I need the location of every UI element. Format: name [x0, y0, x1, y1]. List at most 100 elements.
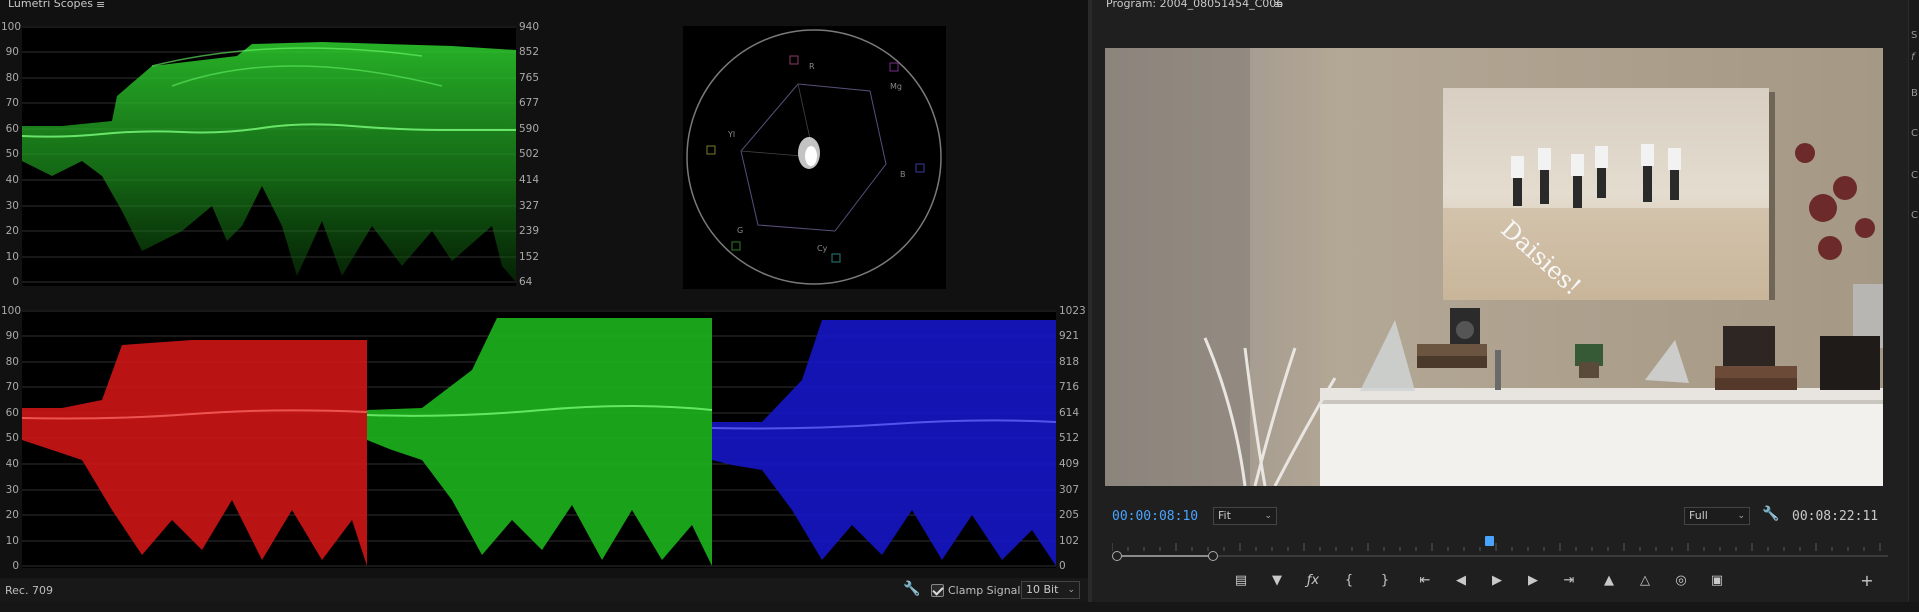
time-ruler[interactable]: [1111, 538, 1888, 551]
export-frame-comparison-icon[interactable]: ▤: [1230, 571, 1252, 591]
scale-tick-label: 614: [1059, 407, 1080, 419]
mark-out-icon[interactable]: }: [1374, 571, 1396, 591]
camera-icon[interactable]: ◎: [1670, 571, 1692, 591]
wrench-icon[interactable]: 🔧: [1762, 506, 1779, 522]
marker-icon[interactable]: ▼: [1266, 571, 1288, 591]
button-editor-plus-icon[interactable]: +: [1856, 571, 1878, 591]
chevron-down-icon: ⌄: [1737, 511, 1745, 521]
time-ruler-ticks: [1111, 543, 1881, 551]
colorspace-label: Rec. 709: [5, 584, 53, 597]
extract-icon[interactable]: △: [1634, 571, 1656, 591]
scale-tick-label: 502: [519, 148, 540, 160]
vectorscope-label: R: [809, 62, 815, 71]
scale-tick-label: 40: [5, 458, 19, 470]
video-still: Daisies!: [1105, 48, 1883, 486]
scale-tick-label: 921: [1059, 330, 1080, 342]
scale-tick-label: 60: [5, 123, 19, 135]
chevron-down-icon: ⌄: [1067, 585, 1075, 595]
program-monitor-panel: Program: 2004_08051454_C006 ≡ Daisies! 0…: [1092, 0, 1919, 602]
scale-tick-label: 102: [1059, 535, 1080, 547]
scale-tick-label: 70: [5, 381, 19, 393]
zoom-level-select[interactable]: Fit ⌄: [1213, 507, 1277, 525]
scale-tick-label: 414: [519, 174, 540, 186]
edge-label: C: [1911, 170, 1918, 181]
bit-depth-value: 10 Bit: [1026, 583, 1059, 596]
transport-controls: ▤ ▼ ƒx { } ⇤ ◀ ▶ ▶ ⇥ ▲ △ ◎ ▣ +: [1092, 571, 1919, 593]
go-to-out-icon[interactable]: ⇥: [1558, 571, 1580, 591]
zoom-scroll-range[interactable]: [1117, 555, 1213, 557]
bit-depth-select[interactable]: 10 Bit ⌄: [1021, 581, 1080, 599]
zoom-scroll-track[interactable]: [1112, 555, 1888, 557]
scale-tick-label: 80: [5, 356, 19, 368]
scale-tick-label: 30: [5, 484, 19, 496]
scale-tick-label: 100: [1, 305, 22, 317]
scale-tick-label: 10: [5, 535, 19, 547]
clamp-signal-label: Clamp Signal: [948, 584, 1021, 597]
scale-tick-label: 90: [5, 330, 19, 342]
scale-tick-label: 50: [5, 432, 19, 444]
fx-icon[interactable]: ƒx: [1302, 571, 1324, 591]
vectorscope-label: G: [737, 226, 744, 235]
vectorscope-label: Mg: [890, 82, 902, 91]
vectorscope-label: B: [900, 170, 906, 179]
scale-tick-label: 60: [5, 407, 19, 419]
scale-tick-label: 205: [1059, 509, 1080, 521]
scale-tick-label: 307: [1059, 484, 1080, 496]
scale-tick-label: 90: [5, 46, 19, 58]
scale-tick-label: 239: [519, 225, 540, 237]
panel-title: Lumetri Scopes: [8, 0, 94, 10]
scale-tick-label: 64: [519, 276, 533, 288]
scale-tick-label: 100: [1, 21, 22, 33]
scale-tick-label: 818: [1059, 356, 1080, 368]
play-icon[interactable]: ▶: [1486, 571, 1508, 591]
scale-tick-label: 765: [519, 72, 540, 84]
playback-resolution-value: Full: [1689, 509, 1708, 522]
video-frame[interactable]: Daisies!: [1105, 48, 1883, 486]
hamburger-icon[interactable]: ≡: [96, 0, 105, 11]
mark-in-icon[interactable]: {: [1338, 571, 1360, 591]
zoom-scroll-right-handle[interactable]: [1208, 551, 1218, 561]
scale-tick-label: 327: [519, 200, 540, 212]
scale-tick-label: 50: [5, 148, 19, 160]
wrench-icon[interactable]: 🔧: [903, 581, 920, 597]
step-forward-icon[interactable]: ▶: [1522, 571, 1544, 591]
scale-tick-label: 716: [1059, 381, 1080, 393]
scale-tick-label: 80: [5, 72, 19, 84]
chevron-down-icon: ⌄: [1264, 511, 1272, 521]
scale-tick-label: 20: [5, 225, 19, 237]
bottom-strip: [0, 602, 1919, 612]
luma-waveform-graphic: [21, 26, 516, 283]
playhead[interactable]: [1485, 536, 1494, 546]
edge-label: C: [1911, 210, 1918, 221]
scale-tick-label: 677: [519, 97, 540, 109]
playback-resolution-select[interactable]: Full ⌄: [1684, 507, 1750, 525]
scale-tick-label: 152: [519, 251, 540, 263]
edge-label: S: [1911, 30, 1918, 41]
duration-timecode: 00:08:22:11: [1792, 509, 1879, 524]
edge-label: f: [1911, 52, 1915, 63]
scale-tick-label: 0: [12, 276, 19, 288]
scale-tick-label: 10: [5, 251, 19, 263]
lift-icon[interactable]: ▲: [1598, 571, 1620, 591]
step-back-icon[interactable]: ◀: [1450, 571, 1472, 591]
scale-tick-label: 1023: [1059, 305, 1086, 317]
scale-tick-label: 40: [5, 174, 19, 186]
current-timecode[interactable]: 00:00:08:10: [1112, 509, 1198, 524]
comparison-view-icon[interactable]: ▣: [1706, 571, 1728, 591]
clamp-signal-checkbox[interactable]: [931, 584, 944, 597]
scale-tick-label: 409: [1059, 458, 1080, 470]
scale-tick-label: 852: [519, 46, 540, 58]
vectorscope-label: Cy: [817, 244, 828, 253]
zoom-level-value: Fit: [1218, 509, 1231, 522]
zoom-scroll-left-handle[interactable]: [1112, 551, 1122, 561]
edge-label: C: [1911, 128, 1918, 139]
scale-tick-label: 30: [5, 200, 19, 212]
scale-tick-label: 0: [1059, 560, 1066, 572]
edge-label: B: [1911, 88, 1918, 99]
hamburger-icon[interactable]: ≡: [1274, 0, 1283, 11]
rgb-parade-graphic: [21, 310, 1057, 567]
rgb-parade: [21, 310, 1057, 568]
scale-tick-label: 0: [12, 560, 19, 572]
vectorscope-label: Yl: [728, 130, 736, 139]
go-to-in-icon[interactable]: ⇤: [1414, 571, 1436, 591]
